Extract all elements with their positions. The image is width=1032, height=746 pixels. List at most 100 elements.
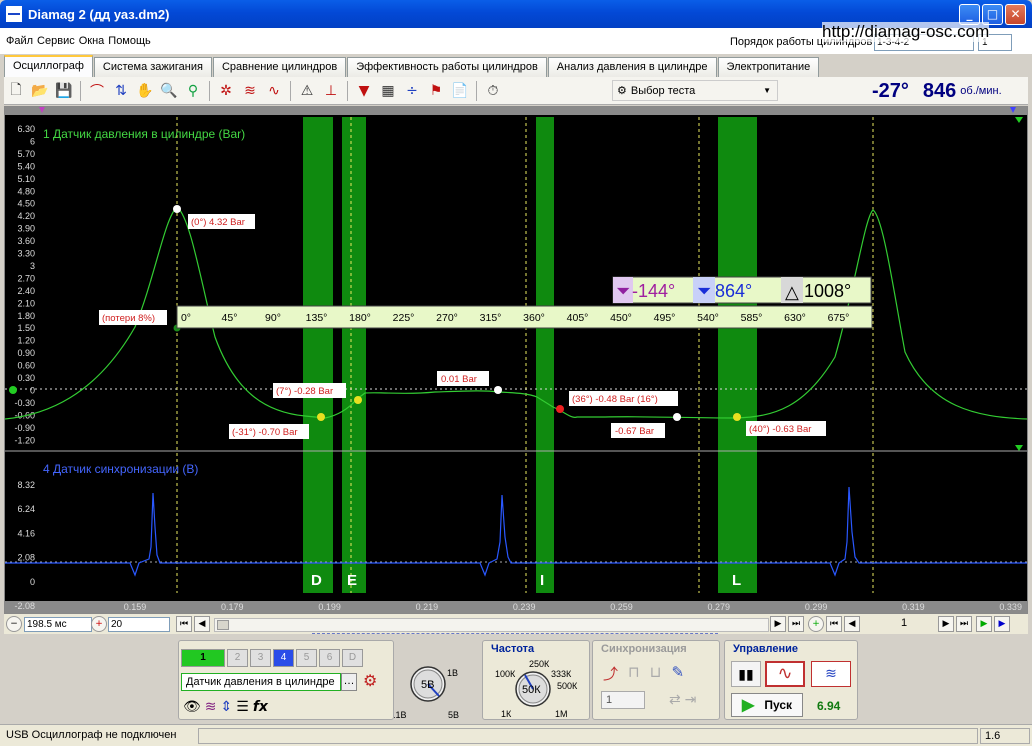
pause-button[interactable]: ▮▮ xyxy=(731,661,761,687)
frequency-value: 50К xyxy=(522,684,541,696)
sensor-select[interactable]: Датчик давления в цилиндре xyxy=(181,673,341,691)
ch1-tick-label: 3.60 xyxy=(17,236,35,246)
play-blue-button[interactable]: ▶ xyxy=(994,616,1010,632)
menu-bar: Файл Сервис Окна Помощь Порядок работы ц… xyxy=(0,22,1032,54)
oscilloscope-view[interactable]: 6.30 6 5.70 5.40 5.10 4.80 4.50 4.20 3.90 3.60 3.3… xyxy=(4,106,1028,614)
sync-auto-icon[interactable]: ✎ xyxy=(671,663,684,684)
menu-windows[interactable]: Окна xyxy=(79,35,105,47)
channel-4-button[interactable]: 4 xyxy=(273,649,294,667)
control-value: 6.94 xyxy=(817,699,841,713)
open-folder-icon[interactable]: 📂 xyxy=(30,81,50,101)
add-frame-button[interactable]: + xyxy=(808,616,824,632)
angle-tick-label: 540° xyxy=(697,312,719,324)
cursor-tool-icon[interactable]: ⇅ xyxy=(111,81,131,101)
scroll-right-button[interactable]: ▶ xyxy=(770,616,786,632)
frame-prev-button[interactable]: ◀ xyxy=(844,616,860,632)
hand-tool-icon[interactable]: ✋ xyxy=(135,81,155,101)
sensor-browse-button[interactable]: … xyxy=(341,673,357,691)
ch1-tick-label: 6.30 xyxy=(17,124,35,134)
tab-ignition[interactable]: Система зажигания xyxy=(93,57,212,77)
spark-tool-icon[interactable]: ✲ xyxy=(216,81,236,101)
svg-text:⏷: ⏷ xyxy=(697,281,711,301)
angle-tick-label: 180° xyxy=(349,312,371,324)
sensor-config-icon[interactable]: ⚙ xyxy=(363,671,377,691)
menu-help[interactable]: Помощь xyxy=(108,35,151,47)
sync-channel-select[interactable]: 1 xyxy=(601,691,645,709)
rpm-unit: об./мин. xyxy=(960,85,1002,97)
last-page-button[interactable]: ⏭ xyxy=(788,616,804,632)
channel-d-button[interactable]: D xyxy=(342,649,363,667)
sync-pulse-icon[interactable]: ⊓ xyxy=(628,663,640,684)
channel-1-button[interactable]: 1 xyxy=(181,649,225,667)
multi-wave-button[interactable]: ≋ xyxy=(811,661,851,687)
notes-icon[interactable]: 📄 xyxy=(450,81,470,101)
annotation-a1: (7°) -0.28 Bar xyxy=(276,386,333,397)
menu-service[interactable]: Сервис xyxy=(37,35,75,47)
new-file-icon[interactable]: 🗋 xyxy=(6,81,26,101)
grid-icon[interactable]: ▦ xyxy=(378,81,398,101)
start-button[interactable]: ▶ Пуск xyxy=(731,693,803,717)
sync-arrows-icon[interactable]: ⇄ ⇥ xyxy=(669,691,696,708)
frame-next-button[interactable]: ▶ xyxy=(938,616,954,632)
watermark-url: http://diamag-osc.com xyxy=(822,22,990,42)
tab-cylinder-efficiency[interactable]: Эффективность работы цилиндров xyxy=(347,57,547,77)
tab-cylinder-compare[interactable]: Сравнение цилиндров xyxy=(212,57,347,77)
sync-fall-icon[interactable]: ⊔ xyxy=(650,663,662,684)
frame-first-button[interactable]: ⏮ xyxy=(826,616,842,632)
eye-icon[interactable]: 👁 xyxy=(183,699,201,715)
tab-power[interactable]: Электропитание xyxy=(717,57,820,77)
time-tick-label: 0.219 xyxy=(416,602,439,612)
offset-icon[interactable]: ⇕ xyxy=(221,699,233,715)
probe-tool-icon[interactable]: ⚲ xyxy=(183,81,203,101)
collapse-handle[interactable] xyxy=(312,633,718,637)
sync-title: Синхронизация xyxy=(601,643,687,655)
tab-pressure-analysis[interactable]: Анализ давления в цилиндре xyxy=(547,57,717,77)
ch1-tick-label: 2.70 xyxy=(17,273,35,283)
prev-page-button[interactable]: ◀ xyxy=(194,616,210,632)
close-button[interactable]: ✕ xyxy=(1005,4,1026,25)
ch1-tick-label: 4.50 xyxy=(17,199,35,209)
channels-panel: 1 2 3 4 5 6 D Датчик давления в цилиндре… xyxy=(178,640,394,720)
channel-5-button[interactable]: 5 xyxy=(296,649,317,667)
first-page-button[interactable]: ⏮ xyxy=(176,616,192,632)
zoom-in-button[interactable]: + xyxy=(91,616,107,632)
annotation-a6: (40°) -0.63 Bar xyxy=(749,424,811,435)
timebase-select[interactable]: 198.5 мс xyxy=(24,617,92,632)
angle-tick-label: 135° xyxy=(306,312,328,324)
scroll-track[interactable] xyxy=(214,618,769,632)
lines-icon[interactable]: ☰ xyxy=(236,699,249,715)
tab-oscilloscope[interactable]: Осциллограф xyxy=(4,55,93,77)
angle-tick-label: 450° xyxy=(610,312,632,324)
wave-icon[interactable]: ≋ xyxy=(205,699,217,715)
signal-tool-icon[interactable]: ∿ xyxy=(264,81,284,101)
freq-label-500k: 500К xyxy=(557,681,578,691)
zero-tool-icon[interactable]: ⊥ xyxy=(321,81,341,101)
play-green-button[interactable]: ▶ xyxy=(976,616,992,632)
split-icon[interactable]: ÷ xyxy=(402,81,422,101)
control-panel: 1 2 3 4 5 6 D Датчик давления в цилиндре… xyxy=(178,638,858,722)
channel-2-button[interactable]: 2 xyxy=(227,649,248,667)
channel-6-button[interactable]: 6 xyxy=(319,649,340,667)
ch1-tick-label: -0.90 xyxy=(14,423,35,433)
frame-last-button[interactable]: ⏭ xyxy=(956,616,972,632)
arc-tool-icon[interactable]: ⌒ xyxy=(87,81,107,101)
channel-3-button[interactable]: 3 xyxy=(250,649,271,667)
wave-tool-icon[interactable]: ≋ xyxy=(240,81,260,101)
function-icon[interactable]: fx xyxy=(253,699,268,715)
zoom-select[interactable]: 20 xyxy=(108,617,170,632)
menu-file[interactable]: Файл xyxy=(6,35,33,47)
auto-clock-icon[interactable]: ⏱ xyxy=(483,81,503,101)
zoom-tool-icon[interactable]: 🔍 xyxy=(159,81,179,101)
auto-tool-icon[interactable]: ⚠ xyxy=(297,81,317,101)
single-wave-button[interactable]: ∿ xyxy=(765,661,805,687)
flag-icon[interactable]: ⚑ xyxy=(426,81,446,101)
zoom-out-button[interactable]: − xyxy=(6,616,22,632)
scope-svg[interactable]: 6.30 6 5.70 5.40 5.10 4.80 4.50 4.20 3.90 3.60 3.3… xyxy=(4,107,1028,613)
filter-marker-icon[interactable]: ▼ xyxy=(354,81,374,101)
save-icon[interactable]: 💾 xyxy=(54,81,74,101)
volt-value: 5В xyxy=(421,679,434,691)
sync-rise-icon[interactable]: ⤴ xyxy=(603,663,618,684)
scroll-thumb[interactable] xyxy=(217,620,229,630)
test-select-label: Выбор теста xyxy=(630,84,696,97)
test-select[interactable]: ⚙ Выбор теста ▼ xyxy=(612,80,778,101)
